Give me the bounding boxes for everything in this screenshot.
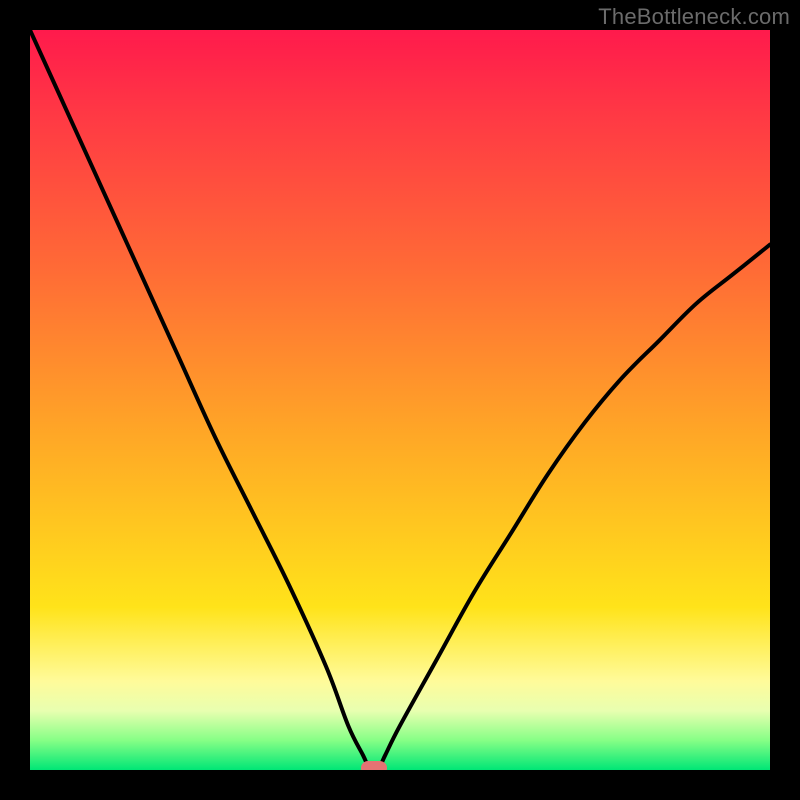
chart-frame: TheBottleneck.com — [0, 0, 800, 800]
bottleneck-curve — [30, 30, 770, 770]
attribution-watermark: TheBottleneck.com — [598, 4, 790, 30]
trough-marker — [361, 761, 387, 770]
plot-area — [30, 30, 770, 770]
